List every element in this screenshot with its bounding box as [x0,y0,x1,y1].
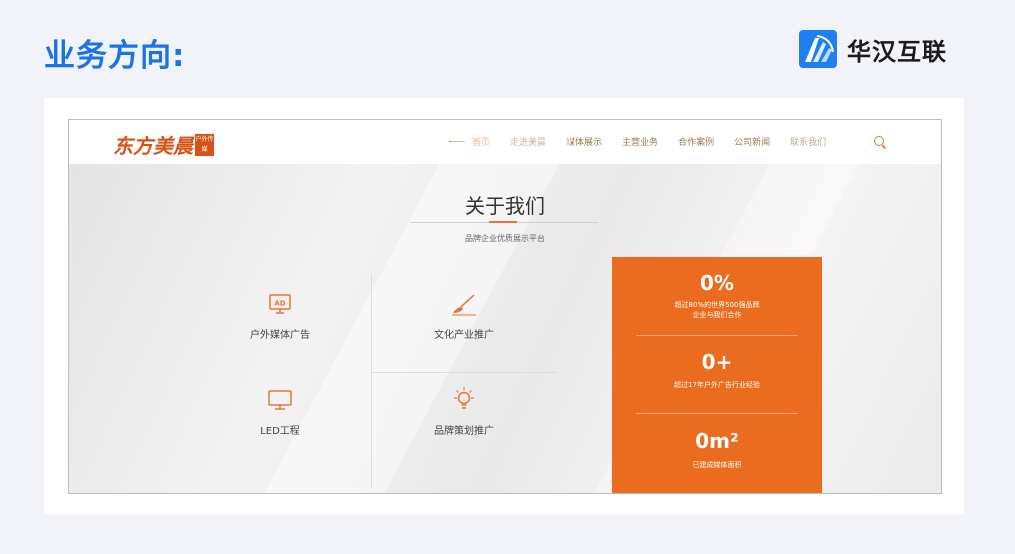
service-outdoor-ads[interactable]: AD 户外媒体广告 [205,292,355,341]
title-accent [489,221,517,223]
about-section: 关于我们 品牌企业优质展示平台 AD 户外媒体广告 文化产业推广 LED工程 品… [69,134,941,493]
stat-description: 超过17年户外广告行业经验 [674,381,760,389]
service-led-engineering[interactable]: LED工程 [205,388,355,437]
stat-description: 已建成媒体面积 [692,461,742,469]
nav-item-cases[interactable]: 合作案例 [678,135,714,148]
stat-description: 超过80%的世界500强品牌 [674,301,760,309]
svg-text:AD: AD [274,300,285,308]
service-brand-planning[interactable]: 品牌策划推广 [389,386,539,437]
stat-divider [636,413,798,414]
website-screenshot: 东方美晨 户外传媒 首页 走进美晨 媒体展示 主营业务 合作案例 公司新闻 联系… [68,119,942,494]
section-heading: 业务方向: [44,38,186,74]
site-logo-seal: 户外传媒 [195,133,214,156]
nav-item-business[interactable]: 主营业务 [622,135,658,148]
about-subtitle: 品牌企业优质展示平台 [465,234,545,243]
stat-number: 0% [700,271,734,295]
site-logo[interactable]: 东方美晨 户外传媒 [113,130,214,159]
grid-divider-horizontal [371,372,557,373]
huahan-logo-icon [799,30,837,68]
service-culture-promo[interactable]: 文化产业推广 [389,292,539,341]
brush-icon [452,294,476,316]
stat-divider [636,335,798,336]
ad-board-icon: AD [269,294,291,314]
stats-panel: 0% 超过80%的世界500强品牌 企业与我们合作 0+ 超过17年户外广告行业… [612,257,822,493]
brand-name: 华汉互联 [847,37,947,66]
stat-description: 企业与我们合作 [692,311,742,319]
nav-item-news[interactable]: 公司新闻 [734,135,770,148]
site-logo-text: 东方美晨 [113,134,193,158]
grid-divider-vertical [371,274,372,489]
service-label: LED工程 [260,426,300,437]
stat-number: 0m² [695,429,739,453]
lightbulb-icon [454,387,474,409]
search-icon[interactable] [874,136,884,146]
stat-number: 0+ [701,350,733,374]
monitor-icon [268,390,292,410]
about-title: 关于我们 [465,194,545,218]
service-label: 品牌策划推广 [434,426,494,437]
brand-logo: 华汉互联 [799,30,947,68]
service-label: 文化产业推广 [434,330,494,341]
service-label: 户外媒体广告 [250,330,310,341]
